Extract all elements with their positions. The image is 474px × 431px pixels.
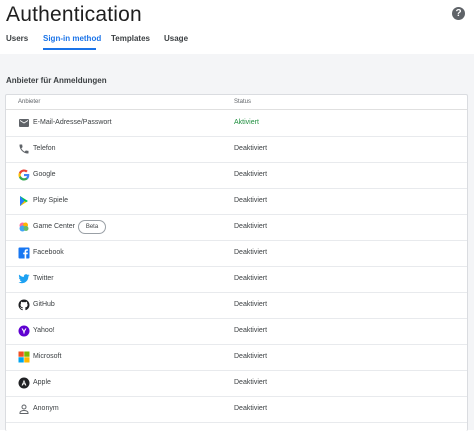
game-center-icon xyxy=(19,222,29,232)
table-row[interactable]: Apple Deaktiviert xyxy=(6,370,467,397)
table-row[interactable]: Microsoft Deaktiviert xyxy=(6,344,467,371)
provider-name: Apple xyxy=(33,379,51,386)
provider-name: E-Mail-Adresse/Passwort xyxy=(33,119,112,126)
provider-name: Play Spiele xyxy=(33,197,69,204)
tab-usage[interactable]: Usage xyxy=(164,34,188,44)
page-header: Authentication ? Users Sign-in method Te… xyxy=(0,0,474,54)
table-header: Anbieter Status xyxy=(6,95,467,110)
provider-status: Deaktiviert xyxy=(234,301,268,308)
github-icon xyxy=(18,299,30,311)
provider-status: Aktiviert xyxy=(234,119,259,126)
table-row[interactable]: Anonym Deaktiviert xyxy=(6,396,467,423)
page-title: Authentication xyxy=(6,3,142,26)
microsoft-icon xyxy=(18,351,30,363)
main-content: Anbieter für Anmeldungen Anbieter Status… xyxy=(0,54,474,431)
table-row[interactable]: Yahoo! Deaktiviert xyxy=(6,318,467,345)
column-header-status: Status xyxy=(234,99,252,105)
provider-status: Deaktiviert xyxy=(234,405,268,412)
table-row[interactable]: Telefon Deaktiviert xyxy=(6,136,467,163)
tab-users[interactable]: Users xyxy=(6,34,28,44)
provider-name: Yahoo! xyxy=(33,327,55,334)
tab-templates[interactable]: Templates xyxy=(111,34,150,44)
provider-name: Game Center xyxy=(33,223,76,230)
provider-status: Deaktiviert xyxy=(234,197,268,204)
table-row[interactable]: GitHub Deaktiviert xyxy=(6,292,467,319)
table-row[interactable]: Game Center Beta Deaktiviert xyxy=(6,214,467,241)
provider-status: Deaktiviert xyxy=(234,275,268,282)
table-row[interactable]: E-Mail-Adresse/Passwort Aktiviert xyxy=(6,110,467,137)
tab-sign-in-method[interactable]: Sign-in method xyxy=(43,34,101,44)
provider-status: Deaktiviert xyxy=(234,171,268,178)
provider-name: Microsoft xyxy=(33,353,62,360)
facebook-icon xyxy=(18,247,30,259)
active-tab-indicator xyxy=(43,48,96,50)
provider-status: Deaktiviert xyxy=(234,353,268,360)
provider-status: Deaktiviert xyxy=(234,249,268,256)
provider-name: GitHub xyxy=(33,301,55,308)
provider-name: Google xyxy=(33,171,56,178)
provider-status: Deaktiviert xyxy=(234,379,268,386)
column-header-provider: Anbieter xyxy=(18,99,41,105)
apple-icon xyxy=(18,377,30,389)
provider-name: Twitter xyxy=(33,275,54,282)
twitter-icon xyxy=(18,274,30,284)
provider-status: Deaktiviert xyxy=(234,223,268,230)
google-icon xyxy=(18,169,30,181)
provider-name: Telefon xyxy=(33,145,56,152)
provider-name: Facebook xyxy=(33,249,64,256)
beta-badge: Beta xyxy=(78,220,106,234)
yahoo-icon xyxy=(18,325,30,337)
table-row[interactable]: Google Deaktiviert xyxy=(6,162,467,189)
provider-status: Deaktiviert xyxy=(234,327,268,334)
providers-table: Anbieter Status E-Mail-Adresse/Passwort … xyxy=(5,94,468,431)
play-games-icon xyxy=(20,196,28,206)
table-row[interactable]: Facebook Deaktiviert xyxy=(6,240,467,267)
provider-name: Anonym xyxy=(33,405,59,412)
email-icon xyxy=(19,119,29,127)
anonymous-icon xyxy=(19,404,29,414)
help-icon[interactable]: ? xyxy=(452,7,465,20)
phone-icon xyxy=(19,144,29,154)
section-title: Anbieter für Anmeldungen xyxy=(6,76,107,85)
table-row[interactable]: Play Spiele Deaktiviert xyxy=(6,188,467,215)
table-row[interactable]: Twitter Deaktiviert xyxy=(6,266,467,293)
provider-status: Deaktiviert xyxy=(234,145,268,152)
